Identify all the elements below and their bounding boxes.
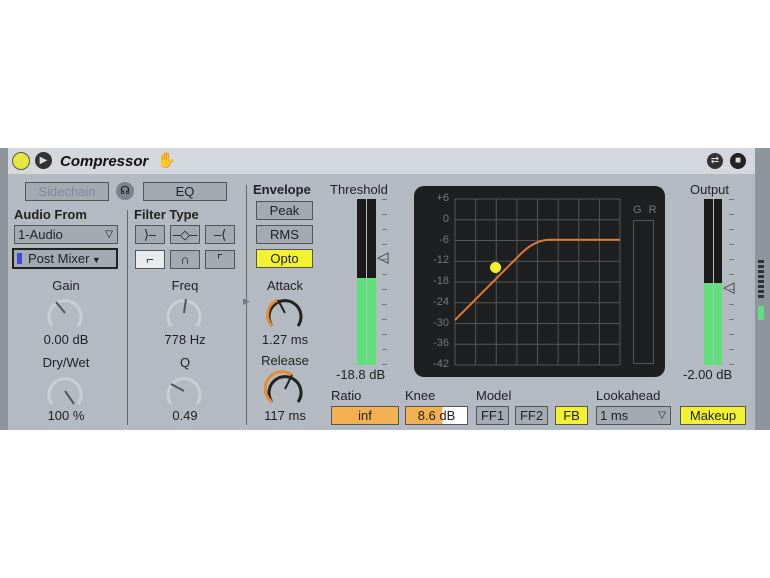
model-fb-button[interactable]: FB	[555, 406, 588, 425]
filter-type-bell[interactable]: –◇–	[170, 225, 200, 244]
freq-value: 778 Hz	[164, 332, 206, 347]
hot-swap-icon[interactable]: ⇄	[707, 153, 723, 169]
gr-label: G R	[633, 204, 659, 216]
model-ff1-button[interactable]: FF1	[476, 406, 509, 425]
freq-label: Freq	[171, 278, 199, 293]
audio-from-dropdown[interactable]: 1-Audio ▽	[14, 225, 118, 244]
mini-meter	[758, 260, 764, 300]
meter-divider	[366, 199, 367, 365]
output-meter[interactable]	[704, 199, 722, 365]
threshold-label: Threshold	[330, 182, 388, 197]
threshold-value: -18.8 dB	[336, 367, 386, 382]
filter-type-lowpass[interactable]: ⌐	[135, 250, 165, 269]
threshold-ticks	[382, 199, 387, 365]
divider	[127, 210, 128, 425]
filter-type-highshelf[interactable]: –⟨	[205, 225, 235, 244]
meter-divider	[713, 199, 714, 365]
headphones-icon[interactable]: ☊	[116, 182, 134, 200]
save-preset-icon[interactable]: ■	[730, 153, 746, 169]
mini-meter-level	[758, 306, 764, 320]
lookahead-value: 1 ms	[600, 408, 629, 423]
filter-type-highpass[interactable]: ⌜	[205, 250, 235, 269]
output-slider-icon[interactable]: ◁	[723, 278, 735, 296]
filter-type-label: Filter Type	[134, 207, 199, 222]
left-strip	[0, 148, 8, 430]
attack-value: 1.27 ms	[261, 332, 309, 347]
knee-unit: dB	[439, 408, 456, 423]
knee-label: Knee	[405, 388, 436, 403]
gain-value: 0.00 dB	[43, 332, 89, 347]
makeup-button[interactable]: Makeup	[680, 406, 746, 425]
transfer-curve-graph[interactable]	[414, 186, 665, 377]
envelope-label: Envelope	[253, 182, 311, 197]
gain-reduction-meter	[633, 220, 654, 364]
lookahead-dropdown[interactable]: 1 ms ▽	[596, 406, 671, 425]
drywet-label: Dry/Wet	[42, 355, 90, 370]
device-title: Compressor	[60, 153, 149, 170]
filter-type-bandpass[interactable]: ∩	[170, 250, 200, 269]
knee-number: 8.6	[417, 408, 436, 423]
sidechain-button[interactable]: Sidechain	[25, 182, 109, 201]
threshold-slider-icon[interactable]: ◁	[377, 248, 389, 266]
opto-button[interactable]: Opto	[256, 249, 313, 268]
dropdown-arrow-icon: ▽	[105, 229, 113, 240]
drywet-value: 100 %	[47, 408, 85, 423]
rms-button[interactable]: RMS	[256, 225, 313, 244]
gain-knob[interactable]	[44, 294, 86, 332]
play-icon[interactable]: ▶	[35, 152, 52, 169]
right-strip	[755, 148, 770, 430]
drywet-knob[interactable]	[44, 372, 86, 410]
eq-button[interactable]: EQ	[143, 182, 227, 201]
release-label: Release	[261, 353, 309, 368]
tap-icon	[17, 253, 22, 264]
tap-dropdown[interactable]: Post Mixer ▼	[12, 248, 118, 269]
q-value: 0.49	[172, 408, 198, 423]
attack-label: Attack	[266, 278, 304, 293]
q-label: Q	[179, 355, 191, 370]
ratio-field[interactable]: inf	[331, 406, 399, 425]
audio-from-value: 1-Audio	[18, 227, 63, 242]
gain-label: Gain	[52, 278, 80, 293]
filter-type-lowshelf[interactable]: ⟩–	[135, 225, 165, 244]
output-value: -2.00 dB	[683, 367, 733, 382]
knee-field[interactable]: 8.6 dB	[405, 406, 468, 425]
peak-button[interactable]: Peak	[256, 201, 313, 220]
lookahead-label: Lookahead	[596, 388, 661, 403]
expand-arrow-icon[interactable]: ▶	[243, 296, 250, 307]
release-value: 117 ms	[264, 408, 306, 423]
freq-knob[interactable]	[163, 294, 205, 337]
model-ff2-button[interactable]: FF2	[515, 406, 548, 425]
dropdown-arrow-icon: ▽	[658, 410, 666, 421]
threshold-handle[interactable]	[490, 261, 502, 273]
hand-icon: ✋	[157, 152, 176, 169]
attack-knob[interactable]	[264, 294, 306, 337]
tap-value: Post Mixer	[28, 251, 90, 266]
model-label: Model	[476, 388, 512, 403]
power-button[interactable]	[12, 152, 30, 170]
audio-from-label: Audio From	[14, 207, 87, 222]
ratio-label: Ratio	[331, 388, 362, 403]
output-label: Output	[690, 182, 730, 197]
threshold-meter[interactable]	[357, 199, 376, 365]
release-knob[interactable]	[263, 370, 306, 413]
